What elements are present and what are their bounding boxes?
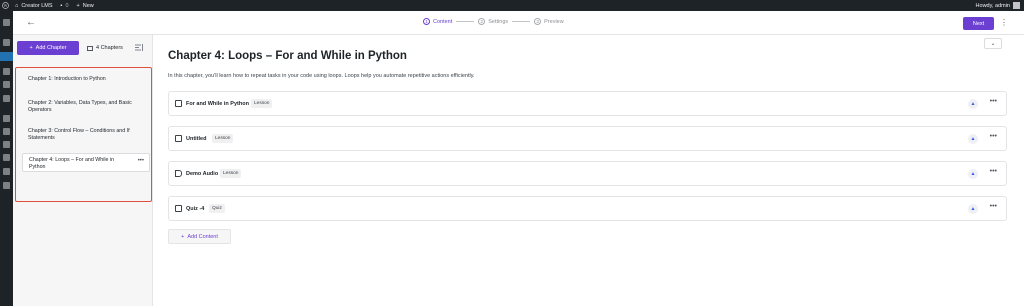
comments-link[interactable]: ▪ 0: [61, 3, 69, 9]
content-type-badge: Quiz: [209, 204, 225, 213]
plus-icon: +: [76, 2, 80, 9]
appearance-icon[interactable]: [3, 115, 10, 122]
chapter-count: 4 Chapters: [87, 45, 123, 51]
account-menu[interactable]: Howdy, admin: [976, 2, 1020, 9]
chapter-description: In this chapter, you'll learn how to rep…: [168, 73, 475, 79]
settings-icon[interactable]: [3, 168, 10, 175]
quiz-icon: [175, 205, 182, 212]
users-icon[interactable]: [3, 141, 10, 148]
avatar: [1013, 2, 1020, 9]
collapse-menu-icon[interactable]: [3, 182, 10, 189]
chapter-more-icon[interactable]: •••: [138, 158, 144, 165]
step-preview[interactable]: 3 Preview: [534, 18, 564, 25]
sidebar-toggle-icon[interactable]: [135, 44, 143, 51]
content-item[interactable]: Untitled Lesson ▲ •••: [168, 126, 1007, 151]
ai-assist-icon[interactable]: ▲: [968, 99, 978, 109]
pages-icon[interactable]: [3, 81, 10, 88]
wordpress-logo-icon[interactable]: W: [0, 0, 11, 11]
video-icon: [175, 135, 182, 142]
step-divider: [512, 21, 531, 22]
step-divider: [456, 21, 475, 22]
dashboard-icon[interactable]: [3, 19, 10, 26]
posts-icon[interactable]: [3, 39, 10, 46]
chapter-item[interactable]: Chapter 3: Control Flow – Conditions and…: [15, 128, 137, 142]
comments-icon[interactable]: [3, 95, 10, 102]
creator-lms-icon[interactable]: [0, 52, 13, 61]
step-content[interactable]: 1 Content: [423, 18, 452, 25]
media-icon[interactable]: [3, 68, 10, 75]
content-item[interactable]: Quiz -4 Quiz ▲ •••: [168, 196, 1007, 221]
tools-icon[interactable]: [3, 154, 10, 161]
item-more-icon[interactable]: •••: [990, 168, 997, 175]
chapter-item[interactable]: Chapter 2: Variables, Data Types, and Ba…: [15, 100, 137, 114]
step-settings[interactable]: 2 Settings: [478, 18, 508, 25]
svg-text:W: W: [4, 3, 8, 8]
chapter-item-selected[interactable]: Chapter 4: Loops – For and While in Pyth…: [22, 153, 150, 172]
item-more-icon[interactable]: •••: [990, 98, 997, 105]
site-name-link[interactable]: ⌂ Creator LMS: [15, 3, 53, 9]
step-progress: 1 Content 2 Settings 3 Preview: [423, 18, 564, 25]
comment-icon: ▪: [60, 2, 63, 9]
new-content-link[interactable]: + New: [77, 3, 94, 9]
chapter-title: Chapter 4: Loops – For and While in Pyth…: [168, 50, 407, 62]
content-item[interactable]: For and While in Python Lesson ▲ •••: [168, 91, 1007, 116]
home-icon: ⌂: [15, 2, 19, 9]
book-icon: [175, 100, 182, 107]
audio-icon: [175, 170, 182, 177]
item-more-icon[interactable]: •••: [990, 133, 997, 140]
content-item[interactable]: Demo Audio Lesson ▲ •••: [168, 161, 1007, 186]
plus-icon: +: [181, 233, 185, 240]
ai-assist-icon[interactable]: ▲: [968, 134, 978, 144]
editor-topbar: ← 1 Content 2 Settings 3 Preview Next ⋮: [13, 11, 1024, 35]
plus-icon: +: [29, 45, 33, 51]
collapse-all-button[interactable]: ⌄: [984, 38, 1002, 49]
admin-bar: W ⌂ Creator LMS ▪ 0 + New Howdy, admin: [0, 0, 1024, 11]
chapters-icon: [87, 45, 93, 51]
add-content-button[interactable]: + Add Content: [168, 229, 231, 244]
content-type-badge: Lesson: [251, 99, 273, 108]
next-button[interactable]: Next: [963, 17, 994, 30]
ai-assist-icon[interactable]: ▲: [968, 204, 978, 214]
back-arrow-icon[interactable]: ←: [26, 17, 36, 28]
add-chapter-button[interactable]: + Add Chapter: [17, 41, 79, 55]
admin-sidebar: [0, 11, 13, 306]
ai-assist-icon[interactable]: ▲: [968, 169, 978, 179]
chapter-item[interactable]: Chapter 1: Introduction to Python: [15, 76, 137, 83]
plugins-icon[interactable]: [3, 128, 10, 135]
content-type-badge: Lesson: [212, 134, 234, 143]
more-options-icon[interactable]: ⋮: [1000, 18, 1008, 27]
content-type-badge: Lesson: [220, 169, 242, 178]
item-more-icon[interactable]: •••: [990, 203, 997, 210]
double-chevron-down-icon: ⌄: [990, 41, 996, 47]
